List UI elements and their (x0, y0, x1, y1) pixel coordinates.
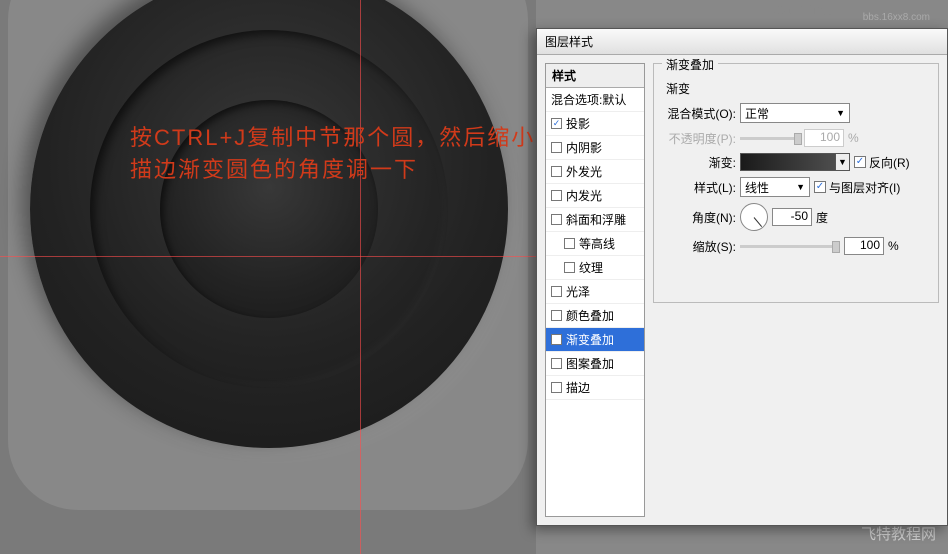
gradient-subtitle: 渐变 (666, 80, 938, 97)
opacity-unit: % (848, 131, 859, 145)
checkbox-bevel[interactable] (551, 214, 562, 225)
checkbox-contour[interactable] (564, 238, 575, 249)
opacity-slider-thumb[interactable] (794, 133, 802, 145)
blend-mode-label: 混合模式(O): (662, 105, 736, 122)
gradient-style-select[interactable]: 线性 ▼ (740, 177, 810, 197)
style-row-color-overlay[interactable]: 颜色叠加 (546, 304, 644, 328)
align-checkbox-box[interactable] (814, 181, 826, 193)
angle-label: 角度(N): (662, 209, 736, 226)
label-inner-shadow: 内阴影 (566, 139, 602, 156)
label-stroke: 描边 (566, 379, 590, 396)
scale-slider-thumb[interactable] (832, 241, 840, 253)
reverse-checkbox-box[interactable] (854, 156, 866, 168)
label-drop-shadow: 投影 (566, 115, 590, 132)
guide-horizontal[interactable] (0, 256, 536, 257)
canvas-area (0, 0, 536, 554)
style-row-gradient-overlay[interactable]: 渐变叠加 (546, 328, 644, 352)
watermark-feite: 飞特教程网 (861, 523, 936, 544)
scale-unit: % (888, 239, 899, 253)
checkbox-satin[interactable] (551, 286, 562, 297)
label-satin: 光泽 (566, 283, 590, 300)
style-row-inner-glow[interactable]: 内发光 (546, 184, 644, 208)
label-inner-glow: 内发光 (566, 187, 602, 204)
style-row-stroke[interactable]: 描边 (546, 376, 644, 400)
reverse-label: 反向(R) (869, 154, 910, 171)
angle-value[interactable]: -50 (772, 208, 812, 226)
gradient-style-label: 样式(L): (662, 179, 736, 196)
blend-mode-row: 混合模式(O): 正常 ▼ (662, 103, 938, 123)
angle-needle (754, 217, 762, 227)
gradient-swatch[interactable]: ▼ (740, 153, 850, 171)
label-contour: 等高线 (579, 235, 615, 252)
checkbox-color-overlay[interactable] (551, 310, 562, 321)
groupbox-legend: 渐变叠加 (662, 56, 718, 73)
watermark-top-left: 思缘设计论坛 (765, 2, 831, 18)
label-pattern-overlay: 图案叠加 (566, 355, 614, 372)
style-row-pattern-overlay[interactable]: 图案叠加 (546, 352, 644, 376)
style-row-contour[interactable]: 等高线 (546, 232, 644, 256)
opacity-row: 不透明度(P): 100 % (662, 129, 938, 147)
opacity-value[interactable]: 100 (804, 129, 844, 147)
angle-dial[interactable] (740, 203, 768, 231)
blend-mode-value: 正常 (745, 105, 769, 122)
scale-value[interactable]: 100 (844, 237, 884, 255)
opacity-label: 不透明度(P): (662, 130, 736, 147)
watermark-top-right: bbs.16xx8.com (863, 12, 930, 23)
blending-options-row[interactable]: 混合选项:默认 (546, 88, 644, 112)
label-outer-glow: 外发光 (566, 163, 602, 180)
guide-vertical[interactable] (360, 0, 361, 554)
checkbox-gradient-overlay[interactable] (551, 334, 562, 345)
label-color-overlay: 颜色叠加 (566, 307, 614, 324)
checkbox-drop-shadow[interactable] (551, 118, 562, 129)
align-label: 与图层对齐(I) (829, 179, 900, 196)
gradient-row: 渐变: ▼ 反向(R) (662, 153, 938, 171)
style-row-bevel[interactable]: 斜面和浮雕 (546, 208, 644, 232)
style-list: 样式 混合选项:默认 投影 内阴影 外发光 内发光 斜面和浮 (545, 63, 645, 517)
style-row: 样式(L): 线性 ▼ 与图层对齐(I) (662, 177, 938, 197)
gradient-style-value: 线性 (745, 179, 769, 196)
style-row-outer-glow[interactable]: 外发光 (546, 160, 644, 184)
checkbox-inner-shadow[interactable] (551, 142, 562, 153)
opacity-slider[interactable] (740, 137, 800, 140)
chevron-down-icon: ▼ (796, 182, 805, 192)
blending-options-label: 混合选项:默认 (551, 91, 626, 108)
checkbox-stroke[interactable] (551, 382, 562, 393)
label-gradient-overlay: 渐变叠加 (566, 331, 614, 348)
scale-slider[interactable] (740, 245, 840, 248)
layer-style-dialog: 图层样式 样式 混合选项:默认 投影 内阴影 外发光 内发光 (536, 28, 948, 526)
checkbox-texture[interactable] (564, 262, 575, 273)
style-list-header[interactable]: 样式 (546, 64, 644, 88)
gradient-label: 渐变: (662, 154, 736, 171)
chevron-down-icon: ▼ (836, 108, 845, 118)
label-bevel: 斜面和浮雕 (566, 211, 626, 228)
align-checkbox[interactable]: 与图层对齐(I) (814, 179, 900, 196)
dialog-titlebar[interactable]: 图层样式 (537, 29, 947, 55)
scale-row: 缩放(S): 100 % (662, 237, 938, 255)
scale-label: 缩放(S): (662, 238, 736, 255)
gradient-dropdown-icon[interactable]: ▼ (835, 154, 849, 170)
label-texture: 纹理 (579, 259, 603, 276)
gradient-groupbox: 渐变叠加 渐变 混合模式(O): 正常 ▼ 不透明度(P): 100 % (653, 63, 939, 303)
reverse-checkbox[interactable]: 反向(R) (854, 154, 910, 171)
checkbox-pattern-overlay[interactable] (551, 358, 562, 369)
angle-unit: 度 (816, 209, 828, 226)
style-row-texture[interactable]: 纹理 (546, 256, 644, 280)
dialog-title: 图层样式 (545, 35, 593, 49)
checkbox-outer-glow[interactable] (551, 166, 562, 177)
annotation-line2: 描边渐变圆色的角度调一下 (130, 157, 418, 182)
checkbox-inner-glow[interactable] (551, 190, 562, 201)
gradient-overlay-panel: 渐变叠加 渐变 混合模式(O): 正常 ▼ 不透明度(P): 100 % (653, 63, 939, 517)
style-row-drop-shadow[interactable]: 投影 (546, 112, 644, 136)
blend-mode-select[interactable]: 正常 ▼ (740, 103, 850, 123)
angle-row: 角度(N): -50 度 (662, 203, 938, 231)
style-row-inner-shadow[interactable]: 内阴影 (546, 136, 644, 160)
style-row-satin[interactable]: 光泽 (546, 280, 644, 304)
